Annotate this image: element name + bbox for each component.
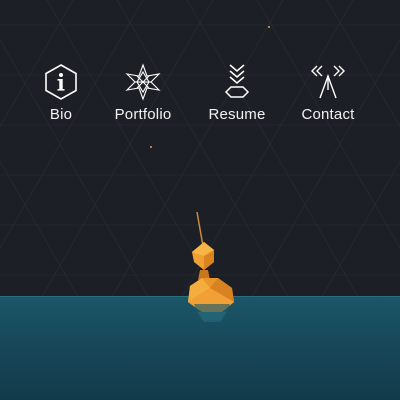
chevron-stack-icon bbox=[217, 62, 257, 102]
star-dot bbox=[150, 146, 152, 148]
main-nav: Bio Portfolio Resume Contact bbox=[0, 62, 400, 132]
buoy-illustration bbox=[188, 211, 234, 322]
star-flower-icon bbox=[123, 62, 163, 102]
scene: Bio Portfolio Resume Contact bbox=[0, 0, 400, 400]
nav-item-bio[interactable]: Bio bbox=[21, 62, 101, 132]
nav-label-resume: Resume bbox=[208, 106, 266, 123]
nav-item-contact[interactable]: Contact bbox=[288, 62, 368, 132]
nav-label-bio: Bio bbox=[49, 106, 73, 123]
star-dot bbox=[268, 26, 270, 28]
nav-item-resume[interactable]: Resume bbox=[197, 62, 277, 132]
antenna-signal-icon bbox=[308, 62, 348, 102]
nav-item-portfolio[interactable]: Portfolio bbox=[103, 62, 183, 132]
nav-label-contact: Contact bbox=[301, 106, 355, 123]
info-hexagon-icon bbox=[41, 62, 81, 102]
nav-label-portfolio: Portfolio bbox=[114, 106, 172, 123]
